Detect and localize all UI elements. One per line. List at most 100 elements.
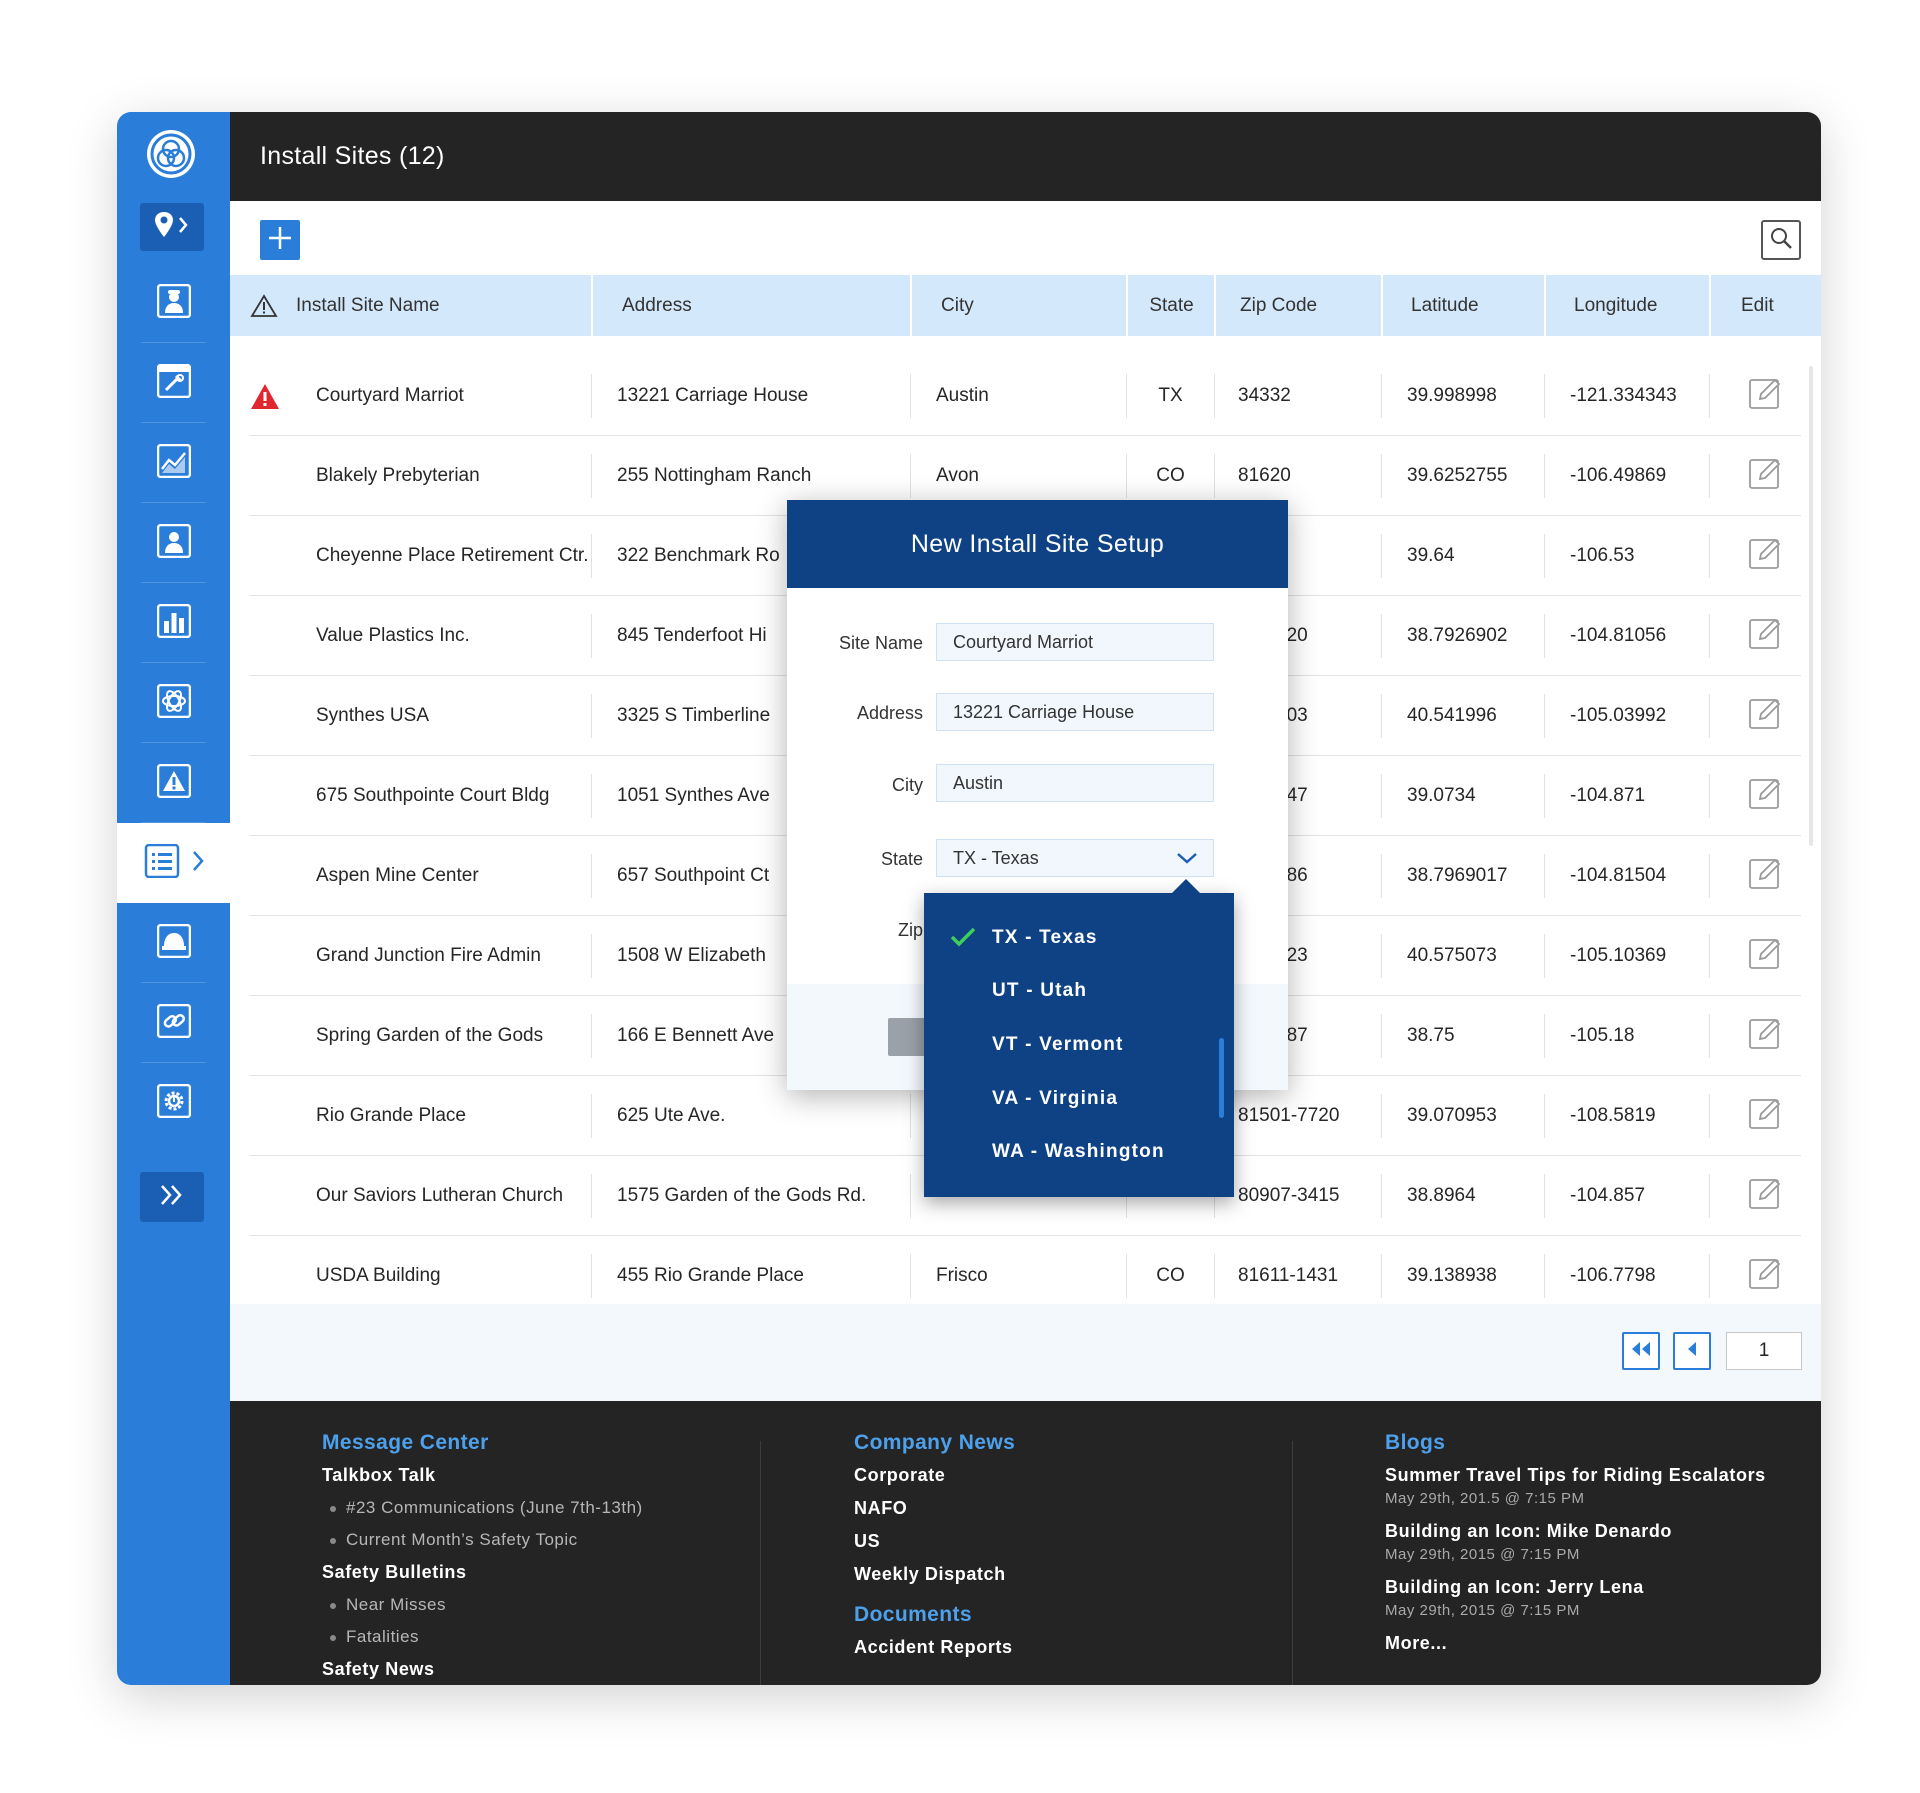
news-link[interactable]: NAFO (854, 1498, 1334, 1519)
column-header-zip[interactable]: Zip Code (1214, 275, 1382, 336)
state-select[interactable]: TX - Texas (936, 839, 1214, 877)
edit-button[interactable] (1709, 1156, 1821, 1236)
list-icon (143, 843, 187, 883)
company-news-heading[interactable]: Company News (854, 1431, 1334, 1455)
logo-icon[interactable] (145, 128, 197, 180)
sidebar-item-technology[interactable] (117, 663, 230, 743)
column-header-latitude[interactable]: Latitude (1381, 275, 1545, 336)
location-pin-icon (152, 210, 192, 245)
dropdown-option[interactable]: VA - Virginia (992, 1088, 1118, 1110)
dropdown-option[interactable]: VT - Vermont (992, 1034, 1124, 1056)
cell-latitude-text: 38.75 (1407, 1025, 1455, 1046)
bulletin-item[interactable]: Fatalities (322, 1627, 802, 1647)
edit-button[interactable] (1709, 756, 1821, 836)
plus-icon (267, 225, 293, 256)
talkbox-link[interactable]: Talkbox Talk (322, 1465, 802, 1486)
sidebar-item-tools[interactable] (117, 343, 230, 423)
sidebar-item-reports[interactable] (117, 583, 230, 663)
sidebar-item-links[interactable] (117, 983, 230, 1063)
cell-latitude-text: 39.998998 (1407, 385, 1497, 406)
sidebar-item-safety[interactable] (117, 903, 230, 983)
edit-icon (1748, 1176, 1782, 1216)
cell-latitude-text: 39.6252755 (1407, 465, 1508, 486)
sidebar-item-settings[interactable] (117, 1063, 230, 1143)
blog-post-title[interactable]: Building an Icon: Jerry Lena (1385, 1577, 1821, 1598)
news-link[interactable]: Corporate (854, 1465, 1334, 1486)
first-page-button[interactable] (1622, 1332, 1660, 1370)
edit-icon (1748, 376, 1782, 416)
edit-icon (1748, 936, 1782, 976)
dropdown-scrollbar[interactable] (1219, 1038, 1224, 1118)
tools-icon (156, 363, 191, 403)
blog-post-date: May 29th, 2015 @ 7:15 PM (1385, 1602, 1580, 1619)
dropdown-option[interactable]: UT - Utah (992, 980, 1087, 1002)
edit-button[interactable] (1709, 596, 1821, 676)
sidebar-item-personnel[interactable] (117, 503, 230, 583)
cell-latitude: 38.75 (1381, 996, 1545, 1076)
edit-button[interactable] (1709, 676, 1821, 756)
location-button[interactable] (140, 203, 204, 251)
worker-icon (156, 283, 191, 323)
documents-link[interactable]: Accident Reports (854, 1637, 1334, 1658)
expand-sidebar-button[interactable] (140, 1172, 204, 1222)
column-header-longitude[interactable]: Longitude (1544, 275, 1710, 336)
cell-city: Austin (910, 356, 1127, 436)
cell-site-name: Spring Garden of the Gods (316, 996, 606, 1076)
safety-news-link[interactable]: Safety News (322, 1659, 802, 1680)
column-header-name[interactable]: Install Site Name (296, 275, 536, 336)
column-header-state[interactable]: State (1126, 275, 1215, 336)
cell-latitude-text: 38.7969017 (1407, 865, 1508, 886)
site-name-input[interactable]: Courtyard Marriot (936, 623, 1214, 661)
cell-address-text: 255 Nottingham Ranch (617, 465, 812, 486)
state-select-value: TX - Texas (953, 847, 1039, 868)
cell-latitude: 39.64 (1381, 516, 1545, 596)
edit-button[interactable] (1709, 516, 1821, 596)
cell-latitude: 39.0734 (1381, 756, 1545, 836)
edit-button[interactable] (1709, 1076, 1821, 1156)
cell-site-name-text: Grand Junction Fire Admin (316, 945, 541, 966)
page-number-input[interactable]: 1 (1726, 1332, 1802, 1370)
dropdown-option[interactable]: TX - Texas (992, 927, 1098, 949)
blog-post-title[interactable]: Building an Icon: Mike Denardo (1385, 1521, 1821, 1542)
cell-site-name: Cheyenne Place Retirement Ctr. (316, 516, 606, 596)
talkbox-item[interactable]: #23 Communications (June 7th-13th) (322, 1498, 802, 1518)
city-input[interactable]: Austin (936, 764, 1214, 802)
blogs-heading[interactable]: Blogs (1385, 1431, 1821, 1455)
sidebar-item-install-sites[interactable] (117, 823, 242, 903)
address-input[interactable]: 13221 Carriage House (936, 693, 1214, 731)
add-site-button[interactable] (260, 220, 300, 260)
previous-page-button[interactable] (1673, 1332, 1711, 1370)
table-row[interactable]: Courtyard Marriot 13221 Carriage House Aus… (250, 356, 1801, 436)
edit-button[interactable] (1709, 916, 1821, 996)
talkbox-item[interactable]: Current Month’s Safety Topic (322, 1530, 802, 1550)
search-button[interactable] (1761, 220, 1801, 260)
edit-button[interactable] (1709, 836, 1821, 916)
edit-button[interactable] (1709, 356, 1821, 436)
news-link[interactable]: US (854, 1531, 1334, 1552)
column-header-city[interactable]: City (910, 275, 1127, 336)
message-center-heading[interactable]: Message Center (322, 1431, 802, 1455)
edit-button[interactable] (1709, 436, 1821, 516)
cell-latitude-text: 38.8964 (1407, 1185, 1476, 1206)
cell-address-text: 166 E Bennett Ave (617, 1025, 775, 1046)
cell-site-name: Rio Grande Place (316, 1076, 606, 1156)
more-blogs-link[interactable]: More... (1385, 1633, 1821, 1654)
edit-button[interactable] (1709, 996, 1821, 1076)
blog-post-title[interactable]: Summer Travel Tips for Riding Escalators (1385, 1465, 1821, 1486)
dropdown-option[interactable]: WA - Washington (992, 1141, 1165, 1163)
sidebar (117, 112, 242, 1685)
cell-address-text: 13221 Carriage House (617, 385, 809, 406)
safety-bulletins-link[interactable]: Safety Bulletins (322, 1562, 802, 1583)
cell-site-name: Synthes USA (316, 676, 606, 756)
cell-zip-text: 80907-3415 (1238, 1185, 1340, 1206)
column-header-address[interactable]: Address (591, 275, 911, 336)
bulletin-item[interactable]: Near Misses (322, 1595, 802, 1615)
sidebar-item-alerts[interactable] (117, 743, 230, 823)
documents-heading[interactable]: Documents (854, 1603, 1334, 1627)
arrow-left-icon (1686, 1341, 1698, 1362)
news-link[interactable]: Weekly Dispatch (854, 1564, 1334, 1585)
sidebar-item-analytics[interactable] (117, 423, 230, 503)
sidebar-item-workers[interactable] (117, 263, 230, 343)
cell-zip-text: 81611-1431 (1238, 1265, 1339, 1286)
cell-latitude-text: 40.575073 (1407, 945, 1497, 966)
